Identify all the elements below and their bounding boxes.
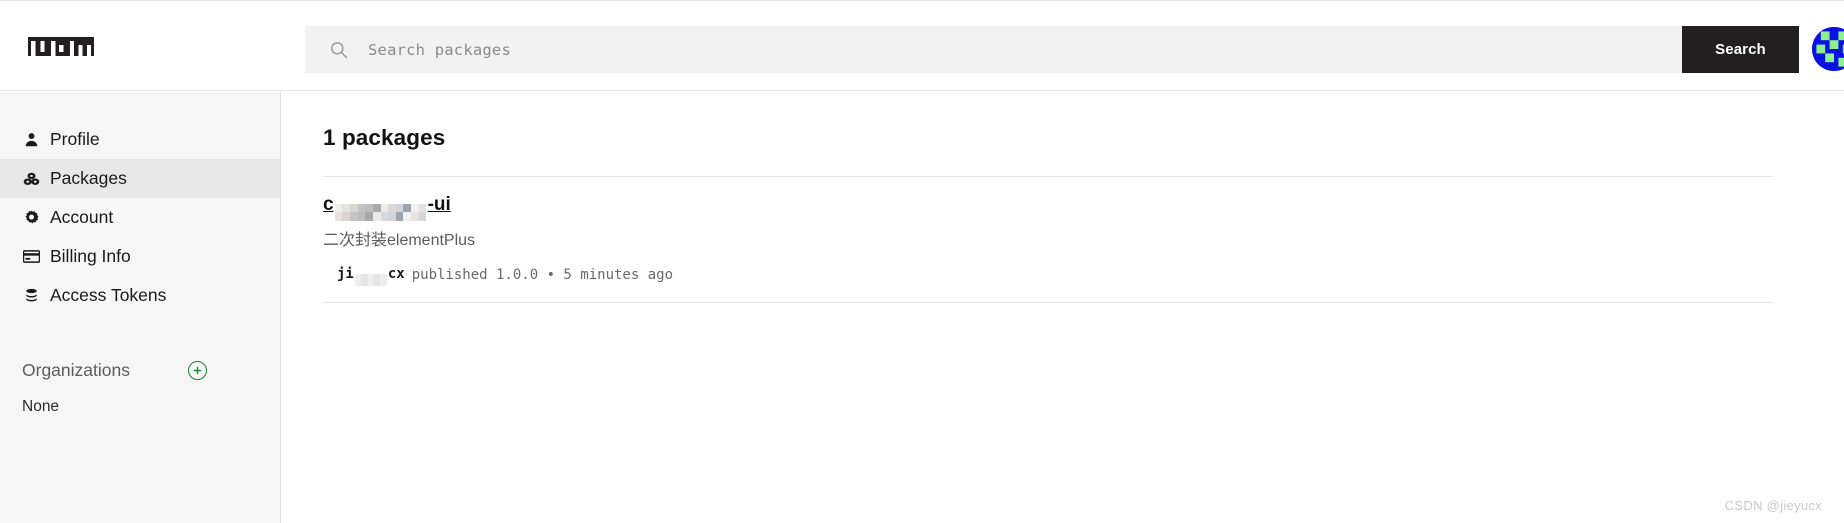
add-organization-button[interactable] xyxy=(188,360,207,380)
package-name-prefix: c xyxy=(323,194,334,215)
npm-logo[interactable] xyxy=(28,33,94,60)
user-icon xyxy=(22,130,41,149)
search-input[interactable] xyxy=(368,26,1682,73)
package-author[interactable]: ji cx xyxy=(337,265,405,286)
organizations-header: Organizations xyxy=(0,355,280,385)
main-content: 1 packages c -ui 二次封装elementPlus ji cx p… xyxy=(282,92,1844,523)
sidebar-item-access-tokens[interactable]: Access Tokens xyxy=(0,276,280,315)
package-author-suffix: cx xyxy=(387,265,405,282)
watermark: CSDN @jieyucx xyxy=(1724,498,1822,513)
sidebar-item-profile[interactable]: Profile xyxy=(0,120,280,159)
sidebar-item-packages[interactable]: Packages xyxy=(0,159,280,198)
package-name-suffix: -ui xyxy=(427,194,451,215)
package-publish-meta: published 1.0.0 • 5 minutes ago xyxy=(411,267,674,284)
sidebar-item-label: Billing Info xyxy=(50,245,131,266)
sidebar-item-label: Account xyxy=(50,206,114,227)
npm-logo-icon xyxy=(28,37,94,60)
search-form: Search xyxy=(305,26,1799,73)
package-author-prefix: ji xyxy=(337,265,354,282)
organizations-title: Organizations xyxy=(22,359,130,380)
site-header: Search xyxy=(0,1,1844,91)
npm-packages-page: Search Profile xyxy=(0,0,1844,523)
sidebar-item-label: Access Tokens xyxy=(50,284,167,305)
sidebar-item-label: Packages xyxy=(50,167,127,188)
avatar[interactable] xyxy=(1812,27,1844,71)
organizations-empty-label: None xyxy=(22,398,60,415)
packages-icon xyxy=(22,169,41,188)
package-author-redaction xyxy=(354,273,387,286)
search-field-wrapper[interactable] xyxy=(305,26,1682,73)
package-name-redaction xyxy=(334,203,427,221)
plus-circle-icon xyxy=(193,366,202,374)
sidebar: Profile Packages Account Billing Info Ac… xyxy=(0,92,281,523)
package-name-link[interactable]: c -ui xyxy=(323,194,1799,221)
package-list-item: c -ui 二次封装elementPlus ji cx published 1.… xyxy=(323,177,1799,303)
tokens-icon xyxy=(22,286,41,305)
sidebar-item-label: Profile xyxy=(50,128,100,149)
list-divider-bottom xyxy=(323,301,1773,303)
sidebar-item-account[interactable]: Account xyxy=(0,198,280,237)
page-title: 1 packages xyxy=(323,125,446,150)
search-icon xyxy=(330,41,348,59)
sidebar-item-billing-info[interactable]: Billing Info xyxy=(0,237,280,276)
package-description: 二次封装elementPlus xyxy=(323,231,476,249)
package-meta: ji cx published 1.0.0 • 5 minutes ago xyxy=(323,265,1799,286)
search-button[interactable]: Search xyxy=(1682,26,1799,73)
user-avatar-identicon-icon xyxy=(1812,27,1844,71)
credit-card-icon xyxy=(22,247,41,266)
gear-icon xyxy=(22,208,41,227)
